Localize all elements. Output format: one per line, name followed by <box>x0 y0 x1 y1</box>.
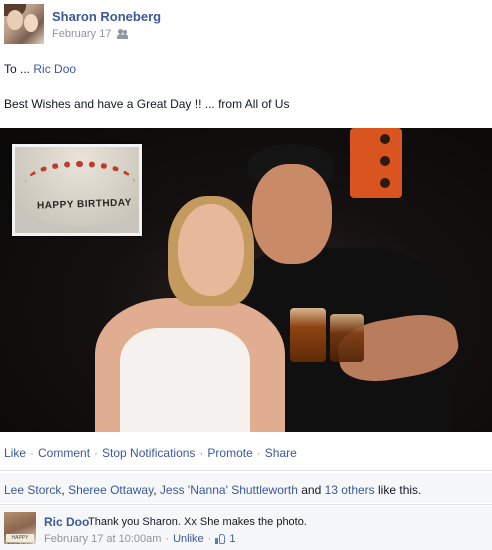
comment-item: HAPPY BIRTHDAY Ric Doo Thank you Sharon.… <box>0 506 492 550</box>
post-header: Sharon Roneberg February 17 <box>4 4 492 46</box>
comment-meta: February 17 at 10:00am · Unlike · 1 <box>44 533 235 545</box>
separator: · <box>30 446 35 460</box>
friends-icon[interactable] <box>117 29 129 39</box>
separator: · <box>94 446 99 460</box>
stop-notifications-link[interactable]: Stop Notifications <box>102 446 195 460</box>
recipient-link[interactable]: Ric Doo <box>33 62 76 76</box>
liker-link[interactable]: Lee Storck <box>4 483 61 497</box>
thumbs-up-icon[interactable] <box>215 534 226 544</box>
separator: · <box>207 533 212 545</box>
post-date[interactable]: February 17 <box>52 28 111 40</box>
recipient-line: To ... Ric Doo <box>4 62 76 76</box>
and-text: and <box>301 483 322 497</box>
woman-face <box>178 204 244 296</box>
commenter-avatar[interactable]: HAPPY BIRTHDAY <box>4 512 36 544</box>
like-link[interactable]: Like <box>4 446 26 460</box>
man-face <box>252 164 332 264</box>
likes-text: Lee Storck, Sheree Ottaway, Jess 'Nanna'… <box>4 483 421 497</box>
separator: · <box>199 446 204 460</box>
avatar-face <box>7 10 23 30</box>
drink-glass <box>330 314 364 362</box>
comma: , <box>61 483 65 497</box>
comment-text: Thank you Sharon. Xx She makes the photo… <box>88 516 307 528</box>
liker-link[interactable]: Jess 'Nanna' Shuttleworth <box>160 483 298 497</box>
comment-link[interactable]: Comment <box>38 446 90 460</box>
post-message: Best Wishes and have a Great Day !! ... … <box>4 97 290 111</box>
commenter-name[interactable]: Ric Doo <box>44 515 89 529</box>
likes-summary: Lee Storck, Sheree Ottaway, Jess 'Nanna'… <box>0 473 492 503</box>
others-link[interactable]: 13 others <box>325 483 375 497</box>
white-top <box>120 328 250 432</box>
post-meta: February 17 <box>52 28 129 40</box>
avatar-face <box>24 14 38 32</box>
post-actions: Like · Comment · Stop Notifications · Promote ·… <box>4 446 297 460</box>
recipient-prefix: To ... <box>4 62 31 76</box>
commenter-avatar-label: HAPPY BIRTHDAY <box>6 534 34 544</box>
comment-like-count[interactable]: 1 <box>229 533 235 545</box>
post-photo[interactable]: HAPPY BIRTHDAY <box>0 128 492 432</box>
promote-link[interactable]: Promote <box>207 446 252 460</box>
author-avatar[interactable] <box>4 4 44 44</box>
divider <box>0 470 492 471</box>
unlike-link[interactable]: Unlike <box>173 533 204 545</box>
share-link[interactable]: Share <box>265 446 297 460</box>
comma: , <box>153 483 157 497</box>
separator: · <box>165 533 170 545</box>
author-name[interactable]: Sharon Roneberg <box>52 9 161 24</box>
comment-date[interactable]: February 17 at 10:00am <box>44 533 161 545</box>
divider <box>0 504 492 505</box>
liker-link[interactable]: Sheree Ottaway <box>68 483 153 497</box>
drink-glass <box>290 308 326 362</box>
background-light <box>350 128 402 198</box>
like-suffix: like this. <box>378 483 422 497</box>
separator: · <box>256 446 261 460</box>
birthday-inset-image: HAPPY BIRTHDAY <box>12 144 142 236</box>
